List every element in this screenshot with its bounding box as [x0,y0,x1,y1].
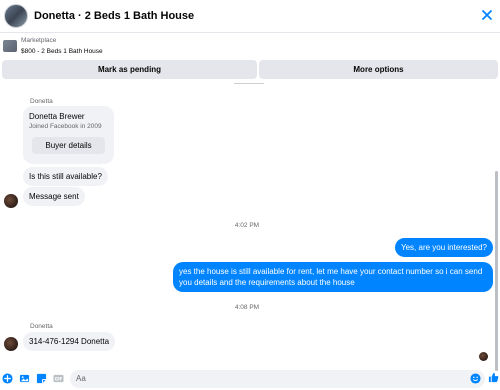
message-bubble[interactable]: 314-476-1294 Donetta [23,332,116,351]
more-options-button[interactable]: More options [259,60,498,79]
photo-icon[interactable] [19,373,30,384]
thumbs-up-icon[interactable] [488,372,499,383]
message-placeholder: Aa [76,374,86,383]
sender-avatar[interactable] [4,337,18,351]
profile-name[interactable]: Donetta Brewer [29,112,85,121]
message-bubble[interactable]: Is this still available? [23,167,108,186]
gif-icon[interactable]: GIF [53,373,64,384]
chat-header: Donetta · 2 Beds 1 Bath House [0,0,500,33]
sender-name: Donetta [30,98,53,105]
timestamp: 4:08 PM [234,304,260,311]
emoji-icon[interactable] [470,373,481,384]
scrolled-content-edge [234,83,264,85]
profile-card: Donetta Brewer Joined Facebook in 2009 B… [23,106,114,164]
sender-name: Donetta [30,323,53,330]
message-input[interactable]: Aa [70,370,485,388]
avatar[interactable] [4,4,28,28]
buyer-details-button[interactable]: Buyer details [32,137,105,154]
marketplace-listing[interactable]: Marketplace $800 - 2 Beds 1 Bath House [0,34,500,58]
listing-actions: Mark as pending More options [0,60,500,80]
message-bubble-outgoing[interactable]: yes the house is still available for ren… [173,262,493,292]
scrollbar[interactable] [495,171,498,371]
plus-icon[interactable] [2,373,13,384]
sender-avatar[interactable] [4,194,18,208]
seen-avatar [479,352,488,361]
mark-as-pending-button[interactable]: Mark as pending [2,60,257,79]
listing-title: $800 - 2 Beds 1 Bath House [21,48,103,55]
listing-thumbnail [3,40,17,52]
timestamp: 4:02 PM [234,222,260,229]
sticker-icon[interactable] [36,373,47,384]
composer: GIF Aa [0,368,500,390]
profile-joined: Joined Facebook in 2009 [29,123,102,130]
svg-text:GIF: GIF [55,376,63,381]
message-bubble-outgoing[interactable]: Yes, are you interested? [395,238,493,257]
message-bubble[interactable]: Message sent [23,187,85,206]
marketplace-label: Marketplace [21,37,57,44]
message-thread[interactable]: Donetta Donetta Brewer Joined Facebook i… [0,81,500,371]
close-icon[interactable] [480,8,494,22]
conversation-title[interactable]: Donetta · 2 Beds 1 Bath House [34,10,194,22]
